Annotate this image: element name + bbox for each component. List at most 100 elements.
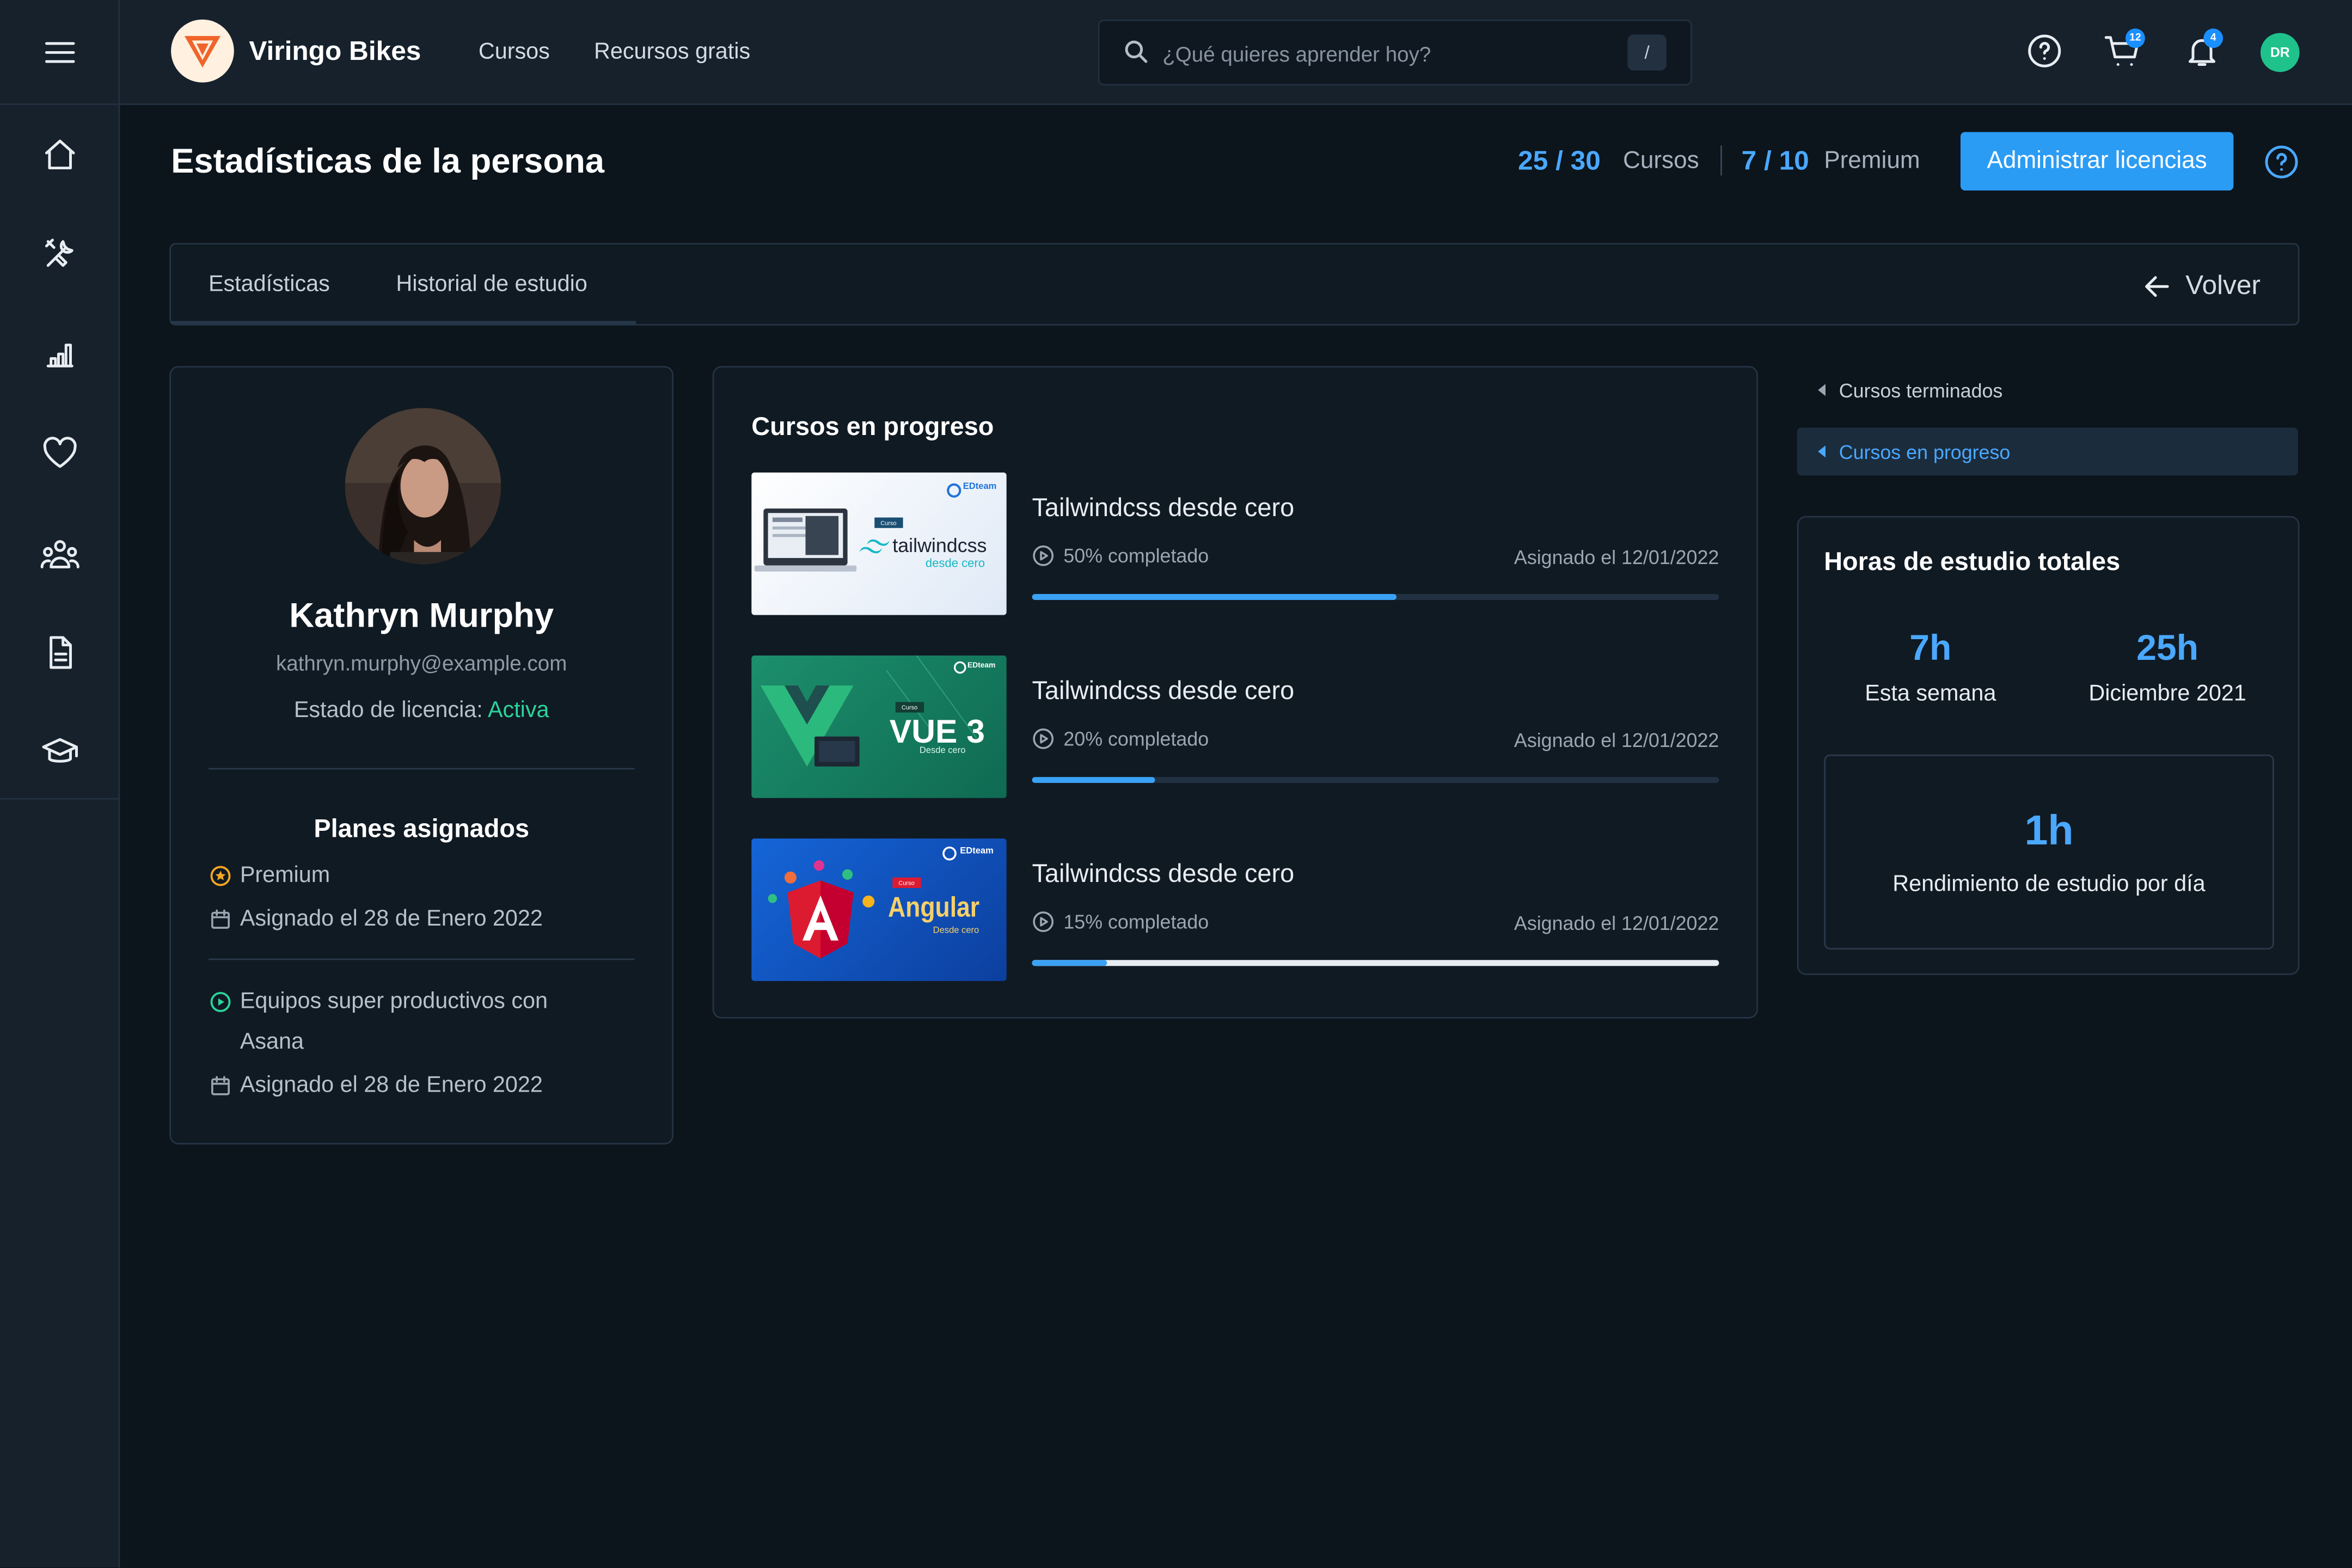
caret-left-icon — [1818, 384, 1826, 396]
plans-title: Planes asignados — [314, 814, 530, 843]
week-hours-value: 7h — [1909, 628, 1952, 669]
plan-name: Equipos super productivos con Asana — [240, 988, 548, 1055]
back-button[interactable]: Volver — [2143, 270, 2261, 302]
stats-separator — [1720, 145, 1722, 176]
course-completion: 15% completado — [1032, 910, 1209, 933]
person-photo-icon — [345, 408, 501, 564]
plan-item: Equipos super productivos con Asana — [210, 981, 615, 1062]
week-hours-label: Esta semana — [1865, 681, 1996, 707]
course-thumbnail[interactable]: EDteam Curso Angular Desde cero — [751, 838, 1007, 981]
course-title[interactable]: Tailwindcss desde cero — [1032, 677, 1295, 707]
tailwind-logo-icon — [859, 539, 890, 554]
sidebar-item-stats[interactable] — [0, 324, 119, 384]
notifications-badge: 4 — [2203, 28, 2224, 48]
course-item[interactable]: EDteam Curso tailwindcss desde cero Tail… — [751, 472, 1719, 616]
license-status: Estado de licencia: Activa — [171, 697, 672, 723]
profile-photo — [345, 408, 501, 564]
cart-badge: 12 — [2125, 28, 2145, 48]
link-courses-in-progress-label: Cursos en progreso — [1839, 440, 2011, 463]
sidebar-item-favorites[interactable] — [0, 423, 119, 483]
sidebar-item-courses[interactable] — [0, 721, 119, 781]
help-icon[interactable] — [2263, 144, 2299, 180]
document-icon — [48, 636, 71, 669]
search-input[interactable] — [1159, 36, 1616, 72]
star-badge-icon — [210, 866, 231, 886]
courses-in-progress-title: Cursos en progreso — [751, 412, 994, 442]
play-circle-icon — [210, 991, 231, 1012]
profile-name: Kathryn Murphy — [289, 595, 554, 635]
study-hours-title: Horas de estudio totales — [1824, 547, 2121, 576]
nav-link-free-resources[interactable]: Recursos gratis — [594, 39, 750, 65]
plan-assigned-date: Asignado el 28 de Enero 2022 — [210, 898, 543, 939]
thumb-brand: EDteam — [963, 483, 997, 492]
logo-icon — [184, 36, 221, 68]
play-circle-icon — [1033, 545, 1054, 566]
month-hours-value: 25h — [2136, 628, 2199, 669]
course-item[interactable]: EDteam Curso Angular Desde cero Tailwind… — [751, 838, 1719, 982]
link-finished-courses-label: Cursos terminados — [1839, 378, 2003, 401]
license-status-label: Estado de licencia: — [293, 697, 483, 723]
course-completion-text: 50% completado — [1063, 544, 1209, 567]
user-avatar[interactable]: DR — [2260, 33, 2300, 72]
team-icon — [40, 540, 79, 568]
sidebar-item-tools[interactable] — [0, 224, 119, 284]
sidebar-item-home[interactable] — [0, 125, 119, 185]
tools-icon — [44, 238, 73, 267]
manage-licenses-button[interactable]: Administrar licencias — [1960, 132, 2234, 191]
profile-divider — [208, 768, 635, 770]
course-assigned-date: Asignado el 12/01/2022 — [1514, 912, 1719, 935]
daily-performance-box: 1h Rendimiento de estudio por día — [1824, 754, 2274, 950]
help-icon[interactable] — [2026, 33, 2062, 69]
bar-chart-icon — [46, 344, 73, 367]
home-icon — [44, 139, 75, 170]
course-progress-bar — [1032, 594, 1719, 601]
sidebar-item-team[interactable] — [0, 524, 119, 584]
search-shortcut-key: / — [1627, 34, 1667, 71]
sidebar — [0, 0, 120, 1568]
courses-in-progress-card: Cursos en progreso EDteam Curso tailwind… — [712, 366, 1758, 1019]
back-label: Volver — [2185, 270, 2261, 301]
course-assigned-date: Asignado el 12/01/2022 — [1514, 546, 1719, 569]
plans-divider — [208, 958, 635, 960]
daily-hours-label: Rendimiento de estudio por día — [1892, 871, 2206, 897]
course-completion: 20% completado — [1032, 727, 1209, 750]
search-box[interactable]: / — [1098, 19, 1692, 86]
tab-statistics[interactable]: Estadísticas — [209, 272, 330, 297]
heart-icon — [42, 437, 76, 468]
study-hours-card: Horas de estudio totales 7h Esta semana … — [1797, 516, 2300, 975]
course-progress-bar — [1032, 960, 1719, 966]
calendar-icon — [211, 1076, 230, 1095]
course-progress-fill — [1032, 594, 1396, 601]
license-status-value: Activa — [487, 697, 549, 723]
link-finished-courses[interactable]: Cursos terminados — [1797, 366, 2298, 414]
nav-link-courses[interactable]: Cursos — [479, 39, 550, 65]
hamburger-icon — [44, 41, 75, 63]
top-bar: Viringo Bikes Cursos Recursos gratis / 1… — [120, 0, 2352, 105]
course-assigned-date: Asignado el 12/01/2022 — [1514, 728, 1719, 752]
course-completion-text: 15% completado — [1063, 910, 1209, 933]
course-title[interactable]: Tailwindcss desde cero — [1032, 493, 1295, 523]
daily-hours-value: 1h — [2024, 807, 2074, 854]
plan-assigned-date: Asignado el 28 de Enero 2022 — [210, 1065, 543, 1105]
brand-logo[interactable] — [171, 19, 234, 83]
menu-button[interactable] — [0, 0, 119, 105]
thumb-tag: Curso — [892, 877, 921, 889]
premium-count: 7 / 10 — [1741, 145, 1809, 176]
thumb-brand: EDteam — [960, 847, 994, 857]
thumb-tag: Curso — [895, 702, 924, 713]
course-progress-bar — [1032, 777, 1719, 783]
courses-count: 25 / 30 — [1518, 145, 1601, 176]
tab-study-history[interactable]: Historial de estudio — [396, 272, 587, 297]
graduation-cap-icon — [41, 738, 77, 763]
course-title[interactable]: Tailwindcss desde cero — [1032, 860, 1295, 890]
tab-underline — [171, 321, 636, 324]
course-thumbnail[interactable]: EDteam Curso VUE 3 Desde cero — [751, 655, 1007, 798]
course-progress-fill — [1032, 777, 1156, 783]
plan-assigned-text: Asignado el 28 de Enero 2022 — [240, 1072, 543, 1098]
brand-name[interactable]: Viringo Bikes — [249, 36, 421, 68]
course-item[interactable]: EDteam Curso VUE 3 Desde cero Tailwindcs… — [751, 655, 1719, 799]
link-courses-in-progress[interactable]: Cursos en progreso — [1797, 427, 2298, 476]
course-thumbnail[interactable]: EDteam Curso tailwindcss desde cero — [751, 472, 1007, 615]
sidebar-item-documents[interactable] — [0, 622, 119, 682]
thumb-subtitle: desde cero — [925, 556, 985, 570]
